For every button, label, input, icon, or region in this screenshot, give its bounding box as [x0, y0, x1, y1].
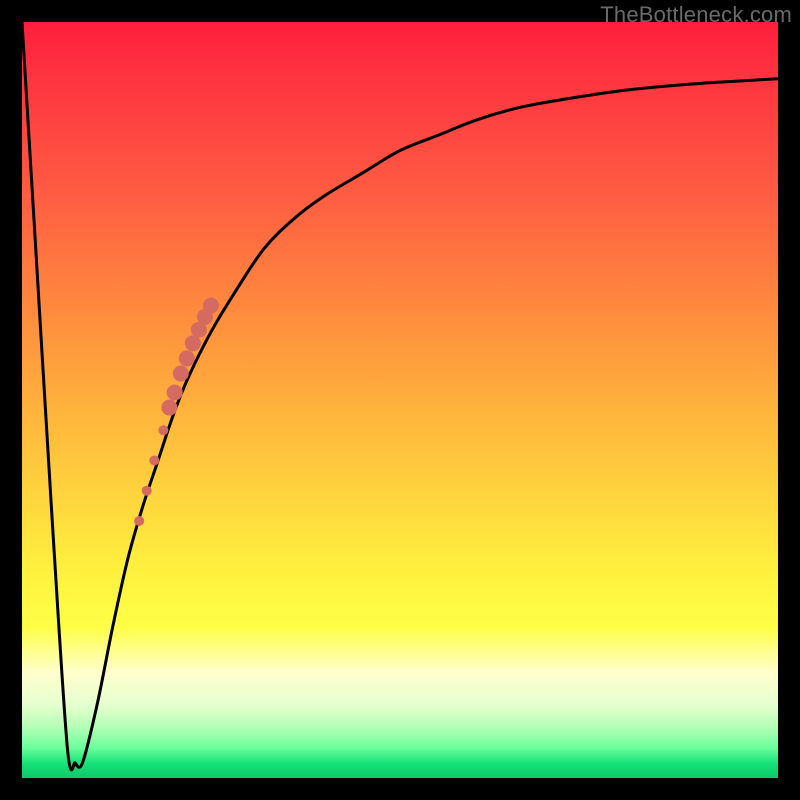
- marker-dot: [142, 486, 152, 496]
- marker-dot: [167, 384, 183, 400]
- curve-right-segment: [75, 79, 778, 768]
- marker-dot: [149, 455, 159, 465]
- marker-dot: [161, 400, 177, 416]
- bottleneck-curve: [22, 22, 778, 770]
- highlighted-points: [134, 298, 219, 526]
- curve-left-segment: [22, 22, 75, 770]
- marker-dot: [185, 335, 201, 351]
- marker-dot: [203, 298, 219, 314]
- marker-dot: [173, 366, 189, 382]
- marker-dot: [134, 516, 144, 526]
- marker-dot: [158, 425, 168, 435]
- chart-svg: [22, 22, 778, 778]
- marker-dot: [179, 350, 195, 366]
- plot-area: [22, 22, 778, 778]
- chart-frame: TheBottleneck.com: [0, 0, 800, 800]
- watermark-text: TheBottleneck.com: [600, 2, 792, 28]
